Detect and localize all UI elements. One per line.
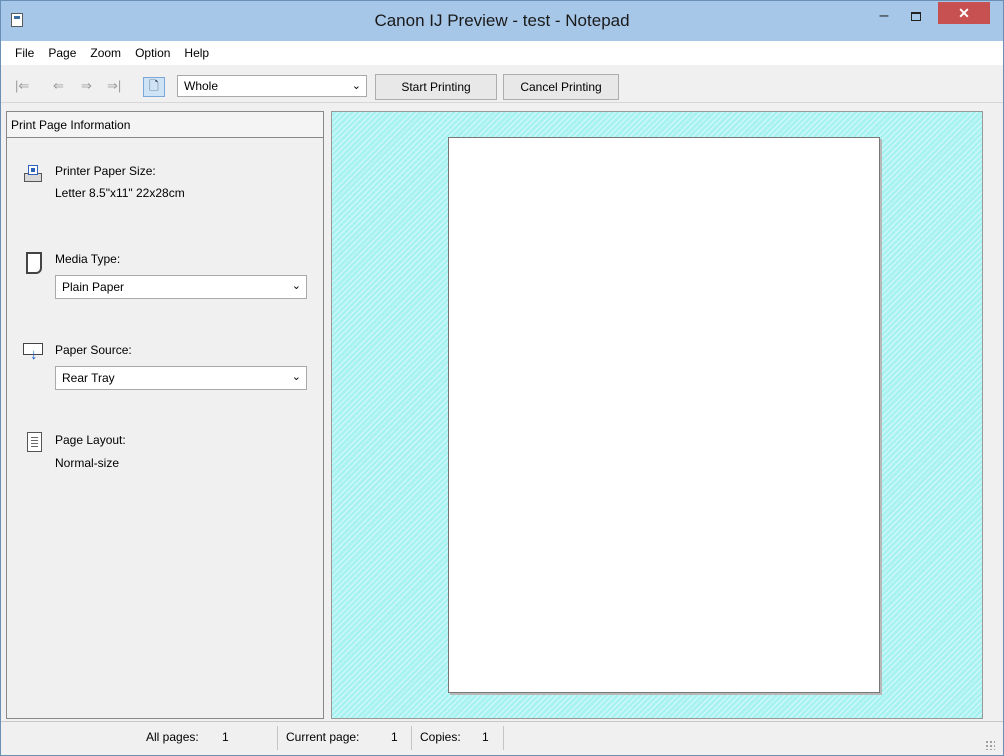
minimize-button[interactable]: –: [869, 1, 899, 31]
status-bar: All pages: 1 Current page: 1 Copies: 1: [1, 721, 1003, 755]
resize-grip-icon[interactable]: [985, 740, 995, 750]
start-printing-button[interactable]: Start Printing: [375, 74, 497, 100]
last-page-icon[interactable]: ⇒|: [107, 78, 121, 94]
all-pages-label: All pages:: [146, 730, 199, 744]
page-layout-label: Page Layout:: [55, 433, 126, 447]
current-page-value: 1: [391, 730, 398, 744]
menu-help[interactable]: Help: [184, 46, 209, 60]
paper-source-label: Paper Source:: [55, 343, 132, 357]
right-edge-panel: [984, 111, 1003, 719]
title-bar[interactable]: Canon IJ Preview - test - Notepad – ✕: [1, 1, 1003, 41]
first-page-icon[interactable]: |⇐: [15, 78, 29, 94]
media-type-value: Plain Paper: [62, 280, 125, 294]
paper-source-select[interactable]: Rear Tray ⌄: [55, 366, 307, 390]
current-page-label: Current page:: [286, 730, 360, 744]
zoom-select[interactable]: Whole ⌄: [177, 75, 367, 97]
status-divider: [503, 726, 504, 750]
menu-page[interactable]: Page: [48, 46, 76, 60]
app-window: Canon IJ Preview - test - Notepad – ✕ Fi…: [0, 0, 1004, 756]
chevron-down-icon: ⌄: [291, 371, 301, 383]
close-button[interactable]: ✕: [938, 2, 990, 24]
minimize-icon: –: [879, 7, 889, 24]
paper-source-value: Rear Tray: [62, 371, 115, 385]
menu-zoom[interactable]: Zoom: [90, 46, 121, 60]
chevron-down-icon: ⌄: [351, 80, 361, 92]
copies-value: 1: [482, 730, 489, 744]
preview-area[interactable]: [331, 111, 983, 719]
maximize-icon: [911, 11, 921, 21]
preview-page-sheet: [448, 137, 880, 693]
page-layout-icon: [27, 432, 42, 452]
previous-page-icon[interactable]: ⇐: [53, 78, 64, 94]
window-title: Canon IJ Preview - test - Notepad: [374, 11, 630, 30]
menu-bar: File Page Zoom Option Help: [1, 41, 1003, 65]
zoom-select-value: Whole: [184, 79, 219, 93]
menu-file[interactable]: File: [15, 46, 34, 60]
next-page-icon[interactable]: ⇒: [81, 78, 92, 94]
printer-paper-icon: [24, 165, 44, 185]
media-sheet-icon: [26, 252, 42, 274]
printer-paper-size-label: Printer Paper Size:: [55, 164, 156, 178]
printer-paper-size-value: Letter 8.5"x11" 22x28cm: [55, 186, 185, 200]
panel-header: Print Page Information: [7, 112, 323, 138]
copies-label: Copies:: [420, 730, 461, 744]
menu-option[interactable]: Option: [135, 46, 170, 60]
preview-page-icon: 🗋: [149, 78, 159, 93]
close-icon: ✕: [958, 4, 970, 21]
print-preview-toggle-button[interactable]: 🗋: [143, 77, 165, 97]
chevron-down-icon: ⌄: [291, 280, 301, 292]
media-type-label: Media Type:: [55, 252, 121, 266]
paper-source-tray-icon: ↓: [23, 341, 43, 363]
status-divider: [277, 726, 278, 750]
maximize-button[interactable]: [901, 1, 931, 31]
all-pages-value: 1: [222, 730, 229, 744]
print-page-information-panel: Print Page Information Printer Paper Siz…: [6, 111, 324, 719]
media-type-select[interactable]: Plain Paper ⌄: [55, 275, 307, 299]
page-layout-value: Normal-size: [55, 456, 120, 470]
cancel-printing-button[interactable]: Cancel Printing: [503, 74, 619, 100]
status-divider: [411, 726, 412, 750]
